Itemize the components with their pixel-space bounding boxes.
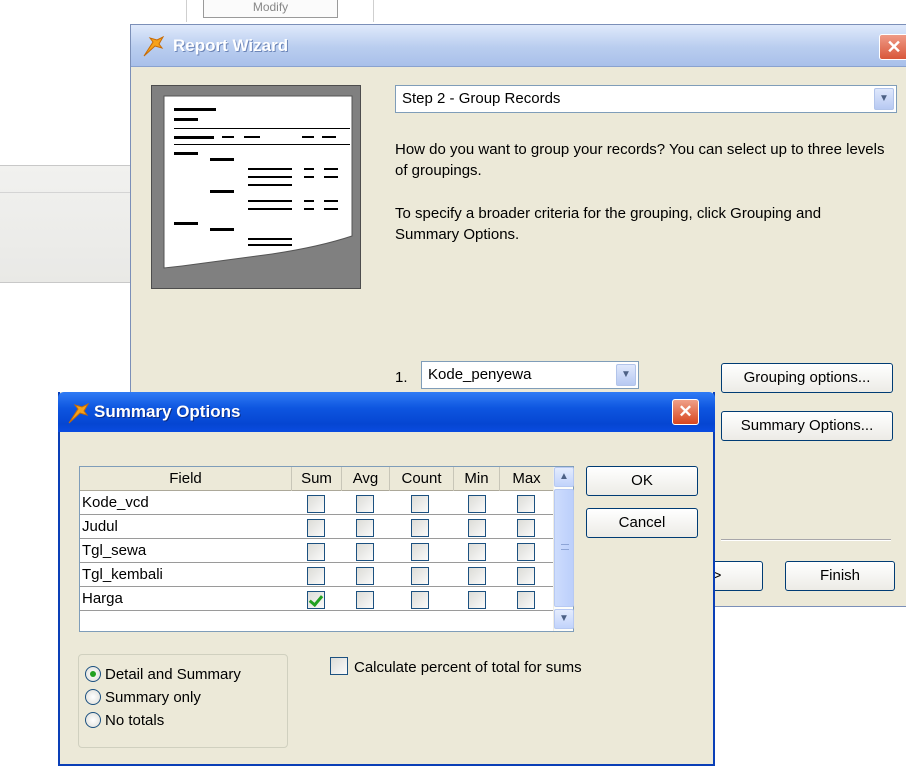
table-row: Judul: [80, 516, 553, 539]
wizard-icon: [141, 35, 165, 62]
count-checkbox[interactable]: [411, 495, 429, 513]
max-checkbox[interactable]: [517, 567, 535, 585]
field-name: Kode_vcd: [82, 494, 149, 511]
radio-detail-and-summary[interactable]: Detail and Summary: [85, 665, 241, 685]
background-panel: [0, 165, 134, 283]
percent-label: Calculate percent of total for sums: [354, 659, 582, 676]
max-checkbox[interactable]: [517, 495, 535, 513]
max-checkbox[interactable]: [517, 543, 535, 561]
chevron-down-icon[interactable]: ▼: [874, 88, 894, 110]
column-header-avg: Avg: [342, 467, 390, 491]
scroll-thumb[interactable]: [554, 489, 574, 607]
sum-checkbox[interactable]: [307, 543, 325, 561]
group-level-number: 1.: [395, 369, 408, 386]
percent-checkbox[interactable]: [330, 657, 348, 675]
percent-of-total-option[interactable]: Calculate percent of total for sums: [330, 654, 582, 678]
group-field-dropdown[interactable]: Kode_penyewa ▼: [421, 361, 639, 389]
count-checkbox[interactable]: [411, 543, 429, 561]
count-checkbox[interactable]: [411, 591, 429, 609]
column-header-field: Field: [80, 467, 292, 491]
cancel-label: Cancel: [618, 514, 666, 531]
max-checkbox[interactable]: [517, 519, 535, 537]
step-dropdown[interactable]: Step 2 - Group Records ▼: [395, 85, 897, 113]
min-checkbox[interactable]: [468, 543, 486, 561]
ok-label: OK: [631, 472, 653, 489]
grid-scrollbar[interactable]: ▲ ▼: [553, 467, 574, 631]
grouping-options-button[interactable]: Grouping options...: [721, 363, 893, 393]
totals-radio-group: Detail and Summary Summary only No total…: [78, 654, 288, 748]
radio-icon: [85, 712, 101, 728]
column-header-count: Count: [390, 467, 454, 491]
min-checkbox[interactable]: [468, 495, 486, 513]
scroll-up-icon[interactable]: ▲: [554, 467, 574, 487]
wizard-separator: [721, 539, 891, 541]
table-row: Tgl_kembali: [80, 564, 553, 587]
grouping-hint-text: To specify a broader criteria for the gr…: [395, 205, 822, 243]
summary-close-button[interactable]: ✕: [672, 399, 699, 425]
sum-checkbox[interactable]: [307, 519, 325, 537]
summary-options-title: Summary Options: [94, 402, 241, 421]
ok-button[interactable]: OK: [586, 466, 698, 496]
summary-options-label: Summary Options...: [740, 417, 874, 434]
report-wizard-titlebar[interactable]: Report Wizard ✕: [131, 25, 906, 67]
min-checkbox[interactable]: [468, 591, 486, 609]
table-row: Harga: [80, 588, 553, 611]
group-question-text: How do you want to group your records? Y…: [395, 141, 885, 179]
summary-options-button[interactable]: Summary Options...: [721, 411, 893, 441]
avg-checkbox[interactable]: [356, 591, 374, 609]
wizard-icon: [66, 402, 90, 429]
avg-checkbox[interactable]: [356, 543, 374, 561]
field-name: Harga: [82, 590, 123, 607]
finish-button[interactable]: Finish: [785, 561, 895, 591]
summary-options-dialog: Summary Options ✕ Field Sum Avg Count Mi…: [58, 392, 715, 766]
column-header-sum: Sum: [292, 467, 342, 491]
finish-label: Finish: [819, 567, 860, 584]
sum-checkbox[interactable]: [307, 591, 325, 609]
grid-header: Field Sum Avg Count Min Max: [80, 467, 553, 491]
radio-label: Detail and Summary: [105, 666, 241, 683]
cancel-button[interactable]: Cancel: [586, 508, 698, 538]
min-checkbox[interactable]: [468, 519, 486, 537]
field-name: Tgl_sewa: [82, 542, 147, 559]
avg-checkbox[interactable]: [356, 495, 374, 513]
radio-label: No totals: [105, 712, 165, 729]
max-checkbox[interactable]: [517, 591, 535, 609]
field-name: Judul: [82, 518, 118, 535]
avg-checkbox[interactable]: [356, 519, 374, 537]
chevron-down-icon[interactable]: ▼: [616, 364, 636, 386]
summary-options-titlebar[interactable]: Summary Options ✕: [58, 392, 715, 432]
group-field-value: Kode_penyewa: [428, 366, 532, 383]
report-wizard-title: Report Wizard: [173, 36, 289, 55]
report-preview-image: [151, 85, 361, 289]
table-row: Kode_vcd: [80, 492, 553, 515]
radio-label: Summary only: [105, 689, 201, 706]
radio-summary-only[interactable]: Summary only: [85, 688, 201, 708]
radio-no-totals[interactable]: No totals: [85, 711, 164, 731]
sum-checkbox[interactable]: [307, 495, 325, 513]
radio-icon: [85, 689, 101, 705]
field-name: Tgl_kembali: [82, 566, 163, 583]
scroll-down-icon[interactable]: ▼: [554, 609, 574, 629]
sum-checkbox[interactable]: [307, 567, 325, 585]
min-checkbox[interactable]: [468, 567, 486, 585]
step-dropdown-value: Step 2 - Group Records: [402, 90, 561, 107]
radio-selected-icon: [85, 666, 101, 682]
table-row: Tgl_sewa: [80, 540, 553, 563]
count-checkbox[interactable]: [411, 519, 429, 537]
modify-button[interactable]: Modify: [203, 0, 338, 18]
column-header-min: Min: [454, 467, 500, 491]
wizard-close-button[interactable]: ✕: [879, 34, 906, 60]
avg-checkbox[interactable]: [356, 567, 374, 585]
grouping-options-label: Grouping options...: [743, 369, 871, 386]
summary-field-grid: Field Sum Avg Count Min Max Kode_vcd Jud…: [79, 466, 574, 632]
count-checkbox[interactable]: [411, 567, 429, 585]
column-header-max: Max: [512, 470, 541, 487]
